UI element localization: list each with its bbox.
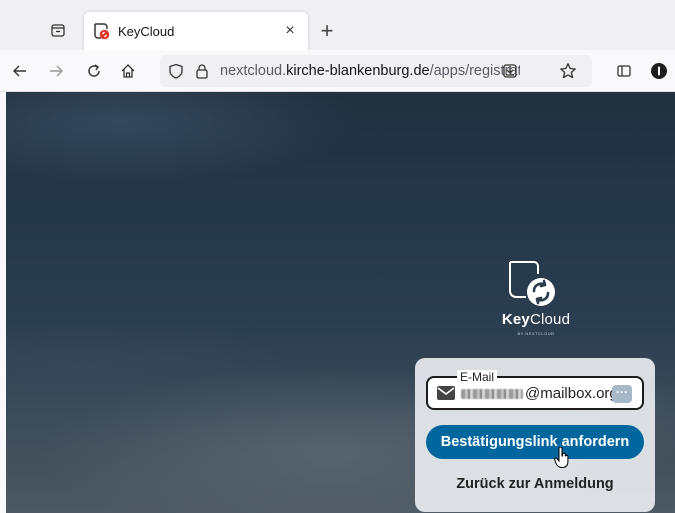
email-redacted-part — [461, 389, 523, 399]
sidebar-icon[interactable] — [610, 57, 638, 85]
tab-title: KeyCloud — [118, 23, 175, 39]
tab-strip: KeyCloud × + — [0, 0, 675, 50]
new-tab-icon[interactable]: + — [314, 18, 340, 44]
lock-icon[interactable] — [194, 63, 210, 79]
save-to-pocket-icon[interactable] — [498, 59, 522, 83]
email-label: E-Mail — [457, 370, 498, 384]
tab-keycloud[interactable]: KeyCloud × — [84, 12, 308, 50]
url-bar[interactable]: nextcloud.kirche-blankenburg.de/apps/reg… — [160, 55, 592, 87]
back-to-login-link[interactable]: Zurück zur Anmeldung — [426, 472, 644, 496]
mail-icon — [437, 386, 455, 400]
tab-overview-icon[interactable] — [44, 16, 72, 44]
extension-icon[interactable] — [645, 57, 673, 85]
logo-wordmark: KeyCloud — [501, 311, 571, 328]
request-confirmation-link-button[interactable]: Bestätigungslink anfordern — [426, 425, 644, 459]
forward-arrow-icon[interactable] — [42, 57, 70, 85]
page-edge — [0, 92, 6, 513]
navigation-bar: nextcloud.kirche-blankenburg.de/apps/reg… — [0, 50, 675, 92]
keycloud-favicon-icon — [94, 23, 110, 40]
bookmark-star-icon[interactable] — [556, 59, 580, 83]
password-reset-card: @mailbox.org ··· E-Mail Bestätigungslink… — [415, 358, 655, 512]
password-manager-icon[interactable]: ··· — [612, 385, 632, 403]
logo-subtitle: BY NEXTCLOUD — [517, 331, 555, 336]
url-text[interactable]: nextcloud.kirche-blankenburg.de/apps/reg… — [220, 63, 520, 79]
tracking-protection-shield-icon[interactable] — [168, 63, 184, 79]
reload-icon[interactable] — [80, 57, 108, 85]
url-prefix: nextcloud. — [220, 63, 287, 79]
url-domain: kirche-blankenburg.de — [286, 63, 430, 79]
home-icon[interactable] — [114, 57, 142, 85]
email-value: @mailbox.org — [525, 385, 617, 402]
tab-close-icon[interactable]: × — [278, 19, 302, 43]
hand-cursor-icon — [554, 447, 569, 468]
back-arrow-icon[interactable] — [6, 57, 34, 85]
